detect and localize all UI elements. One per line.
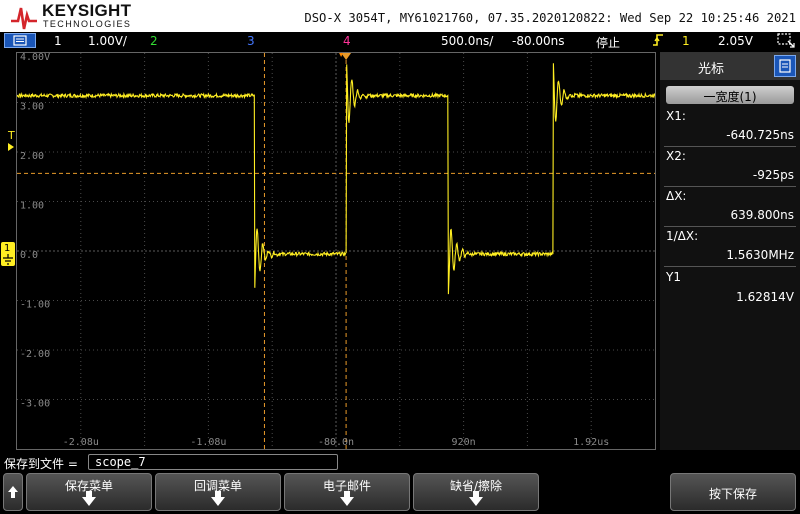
trigger-arrow-icon: [8, 143, 14, 151]
save-to-file-label: 保存到文件 =: [4, 457, 78, 471]
softkey-bar: 保存菜单 回调菜单 电子邮件 缺省/擦除 按下保存: [0, 471, 800, 512]
press-to-save-softkey[interactable]: 按下保存: [670, 473, 796, 511]
ch4-label[interactable]: 4: [343, 34, 351, 48]
cursor-panel-title: 光标: [698, 62, 725, 77]
cursor-panel: 光标 一宽度(1) X1: -640.725ns X2: -925ps ΔX: …: [660, 52, 800, 450]
ch3-label[interactable]: 3: [247, 34, 255, 48]
x2-label: X2:: [666, 149, 686, 163]
channel1-ground-marker[interactable]: 1: [1, 242, 15, 266]
ch1-label[interactable]: 1: [54, 34, 62, 48]
email-softkey[interactable]: 电子邮件: [284, 473, 410, 511]
timebase-value[interactable]: 500.0ns/: [441, 34, 493, 48]
brand-subtitle: TECHNOLOGIES: [43, 19, 132, 29]
divider: [664, 186, 796, 187]
list-icon: [779, 59, 791, 73]
ground-marker-label: 1: [4, 243, 11, 254]
trigger-marker-label: T: [8, 129, 15, 142]
down-arrow-head: [340, 497, 354, 506]
instrument-title: DSO-X 3054T, MY61021760, 07.35.202012082…: [304, 11, 796, 25]
divider: [664, 226, 796, 227]
y-tick-label: -1.00: [20, 300, 50, 311]
down-arrow-head: [211, 497, 225, 506]
panel-menu-button[interactable]: [774, 55, 796, 77]
inverse-delta-x-label: 1/ΔX:: [666, 229, 699, 243]
x-tick-label: -1.08u: [190, 437, 226, 448]
y-tick-label: 1.00: [20, 201, 44, 212]
divider: [664, 266, 796, 267]
save-to-file-row: 保存到文件 = scope_7: [0, 451, 800, 471]
header-bar: KEYSIGHT TECHNOLOGIES DSO-X 3054T, MY610…: [0, 0, 800, 32]
y-axis-labels: 4.00V 3.00 2.00 1.00 0.0 -1.00 -2.00 -3.00: [20, 53, 50, 410]
down-arrow-head: [82, 497, 96, 506]
ch2-label[interactable]: 2: [150, 34, 158, 48]
cursor-mode-label: 一宽度(1): [703, 90, 757, 104]
status-bar: 1 1.00V/ 2 3 4 500.0ns/ -80.00ns 停止 1 2.…: [0, 32, 800, 50]
x-tick-label: -80.0n: [318, 437, 354, 448]
main-menu-button[interactable]: [4, 33, 36, 48]
screenshot-icon[interactable]: [776, 32, 796, 51]
y-tick-label: 4.00V: [20, 53, 50, 63]
trigger-edge-icon: [652, 33, 664, 50]
delta-x-label: ΔX:: [666, 189, 687, 203]
recall-menu-softkey[interactable]: 回调菜单: [155, 473, 281, 511]
delta-x-value: 639.800ns: [730, 208, 794, 222]
cursor-mode-button[interactable]: 一宽度(1): [666, 86, 794, 104]
cursor-marks: [339, 53, 352, 60]
inverse-delta-x-value: 1.5630MHz: [726, 248, 794, 262]
trigger-level[interactable]: 2.05V: [718, 34, 753, 48]
trigger-channel[interactable]: 1: [682, 34, 690, 48]
keysight-logo-icon: [11, 7, 37, 30]
y-tick-label: -3.00: [20, 399, 50, 410]
press-to-save-label: 按下保存: [708, 487, 757, 501]
x-tick-label: 1.92us: [573, 437, 609, 448]
menu-icon: [13, 35, 27, 46]
delay-value[interactable]: -80.00ns: [512, 34, 565, 48]
trigger-time-marker-icon: [341, 53, 352, 60]
y1-label: Y1: [666, 270, 681, 284]
x1-label: X1:: [666, 109, 686, 123]
brand-name: KEYSIGHT: [42, 1, 132, 20]
y1-value: 1.62814V: [736, 290, 794, 304]
x-tick-label: -2.08u: [63, 437, 99, 448]
y-tick-label: 2.00: [20, 151, 44, 162]
ch1-scale[interactable]: 1.00V/: [88, 34, 127, 48]
y-tick-label: 3.00: [20, 102, 44, 113]
up-arrow-icon: [8, 486, 18, 498]
waveform-canvas: 4.00V 3.00 2.00 1.00 0.0 -1.00 -2.00 -3.00 -2.0…: [17, 53, 655, 449]
filename-field[interactable]: scope_7: [88, 454, 338, 470]
save-menu-softkey[interactable]: 保存菜单: [26, 473, 152, 511]
y-tick-label: -2.00: [20, 349, 50, 360]
down-arrow-head: [469, 497, 483, 506]
default-erase-softkey[interactable]: 缺省/擦除: [413, 473, 539, 511]
back-button[interactable]: [3, 473, 23, 511]
x-axis-labels: -2.08u -1.08u -80.0n 920n 1.92us: [63, 437, 610, 448]
divider: [664, 146, 796, 147]
x1-value: -640.725ns: [726, 128, 794, 142]
ground-icon: [3, 254, 13, 265]
graticule: [17, 53, 655, 449]
cursor-x2-marker-icon: [339, 53, 344, 57]
x2-value: -925ps: [752, 168, 794, 182]
cursor-panel-header: 光标: [660, 52, 800, 80]
x-tick-label: 920n: [452, 437, 476, 448]
y-tick-label: 0.0: [20, 250, 38, 261]
filename-value: scope_7: [95, 455, 146, 469]
run-state: 停止: [596, 36, 621, 50]
trigger-level-marker: T: [8, 129, 15, 151]
waveform-display[interactable]: 4.00V 3.00 2.00 1.00 0.0 -1.00 -2.00 -3.00 -2.0…: [16, 52, 656, 450]
